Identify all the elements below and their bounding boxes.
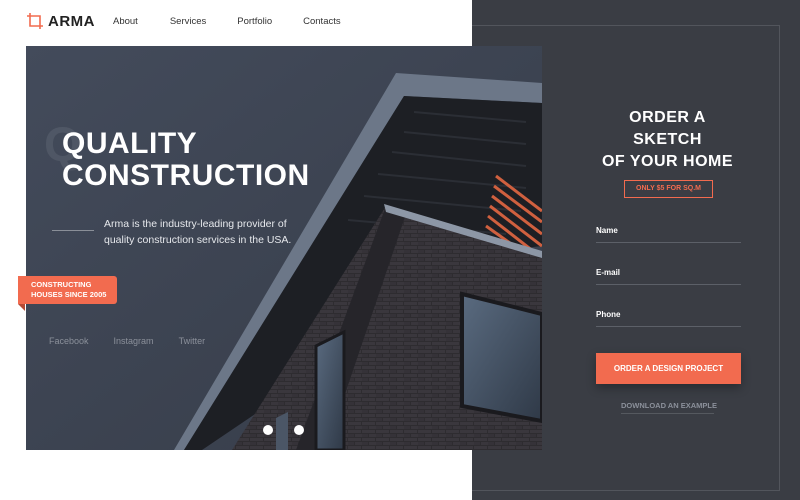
hero-title: QUALITY CONSTRUCTION [62,128,310,192]
name-underline [596,242,741,243]
badge-tail [18,304,25,311]
form-title-line-3: OF YOUR HOME [601,153,734,170]
price-badge: ONLY $5 FOR SQ.M [624,180,713,198]
email-field[interactable]: E-mail [596,268,741,285]
phone-field[interactable]: Phone [596,310,741,327]
hero-title-line-2: CONSTRUCTION [62,159,310,192]
social-facebook[interactable]: Facebook [49,336,89,346]
since-badge: CONSTRUCTING HOUSES SINCE 2005 [18,276,117,304]
logo-icon [27,13,43,29]
nav-item-about[interactable]: About [113,16,138,27]
phone-underline [596,326,741,327]
form-title-line-2: SKETCH [633,131,702,148]
form-title-line-1: ORDER A [629,109,706,126]
nav-item-contacts[interactable]: Contacts [303,16,341,27]
main-nav: About Services Portfolio Contacts [113,16,373,27]
slider-dot-1[interactable] [263,425,273,435]
social-instagram[interactable]: Instagram [114,336,154,346]
name-label: Name [596,226,618,235]
hero-divider [52,230,94,231]
hero-description: Arma is the industry-leading provider of… [104,218,292,246]
brand-name: ARMA [48,12,95,30]
slider-dot-2[interactable] [294,425,304,435]
hero-image [26,46,542,450]
building-illustration [26,46,542,450]
download-underline [621,413,714,414]
hero-title-line-1: QUALITY [62,127,198,160]
badge-line-2: HOUSES SINCE 2005 [31,290,107,299]
nav-item-portfolio[interactable]: Portfolio [237,16,272,27]
nav-item-services[interactable]: Services [170,16,206,27]
download-example-link[interactable]: DOWNLOAD AN EXAMPLE [621,401,717,410]
email-underline [596,284,741,285]
phone-label: Phone [596,310,621,319]
logo[interactable]: ARMA [26,12,95,30]
order-design-button[interactable]: ORDER A DESIGN PROJECT [596,353,741,384]
form-title: ORDER A SKETCH OF YOUR HOME [590,107,745,173]
landing-page: ARMA About Services Portfolio Contacts Q… [0,0,800,500]
email-label: E-mail [596,268,621,277]
name-field[interactable]: Name [596,226,741,243]
social-twitter[interactable]: Twitter [179,336,206,346]
badge-line-1: CONSTRUCTING [31,280,92,289]
social-links: Facebook Instagram Twitter [49,336,230,346]
